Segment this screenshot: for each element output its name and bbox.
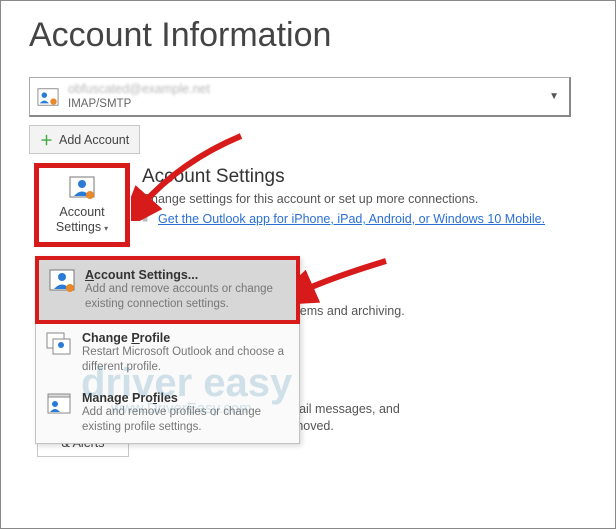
page-title: Account Information [29,16,615,55]
account-settings-label-2: Settings [56,220,101,234]
get-outlook-app-link[interactable]: Get the Outlook app for iPhone, iPad, An… [158,212,545,226]
chevron-down-icon: ▾ [104,224,108,233]
account-settings-label-1: Account [59,205,104,219]
dropdown-item-desc: Add and remove accounts or change existi… [85,282,286,312]
dropdown-item-desc: Add and remove profiles or change existi… [82,405,289,435]
chevron-down-icon: ▼ [549,91,559,102]
profile-swap-icon [46,331,72,360]
account-settings-dropdown: Account Settings... Add and remove accou… [35,256,300,444]
plus-icon: ＋ [40,130,53,149]
account-settings-button[interactable]: Account Settings▾ [35,164,129,246]
add-account-button[interactable]: ＋ Add Account [29,125,140,154]
account-icon [36,86,60,108]
add-account-label: Add Account [59,133,129,147]
dropdown-item-manage-profiles[interactable]: Manage Profiles Add and remove profiles … [36,383,299,443]
account-protocol: IMAP/SMTP [68,97,210,111]
dropdown-item-desc: Restart Microsoft Outlook and choose a d… [82,345,289,375]
contact-card-icon [69,175,95,201]
dropdown-item-account-settings[interactable]: Account Settings... Add and remove accou… [35,256,300,324]
profiles-icon [46,391,72,420]
dropdown-item-change-profile[interactable]: Change Profile Restart Microsoft Outlook… [36,323,299,383]
section-desc: Change settings for this account or set … [142,192,545,206]
account-selector[interactable]: obfuscated@example.net IMAP/SMTP ▼ [29,77,571,117]
bullet-icon: ■ [142,214,148,225]
contact-card-icon [49,268,75,297]
account-email: obfuscated@example.net [68,82,210,98]
section-heading: Account Settings [142,166,545,188]
